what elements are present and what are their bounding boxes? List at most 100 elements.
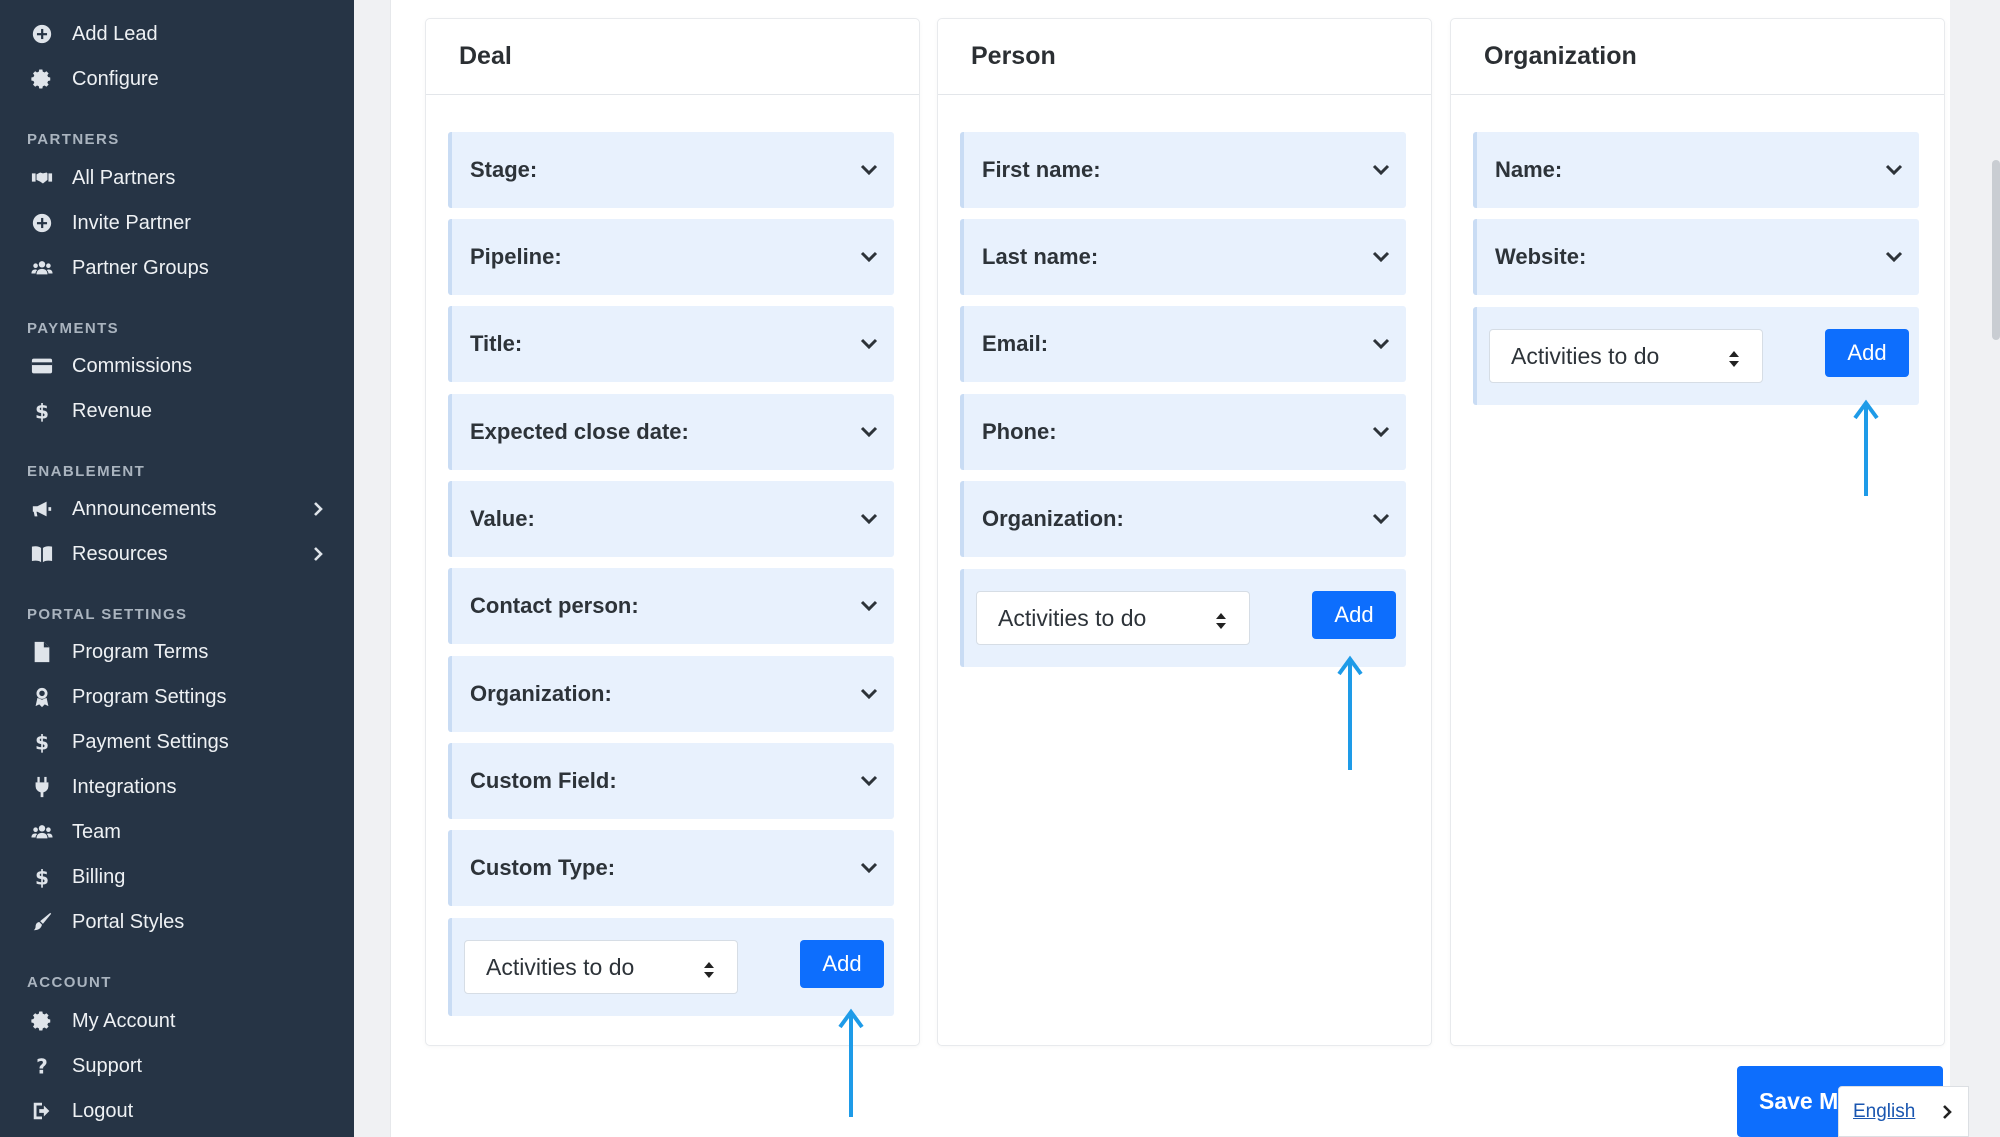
field-type-select[interactable]: Activities to do bbox=[976, 591, 1250, 645]
sort-arrows-icon bbox=[703, 958, 715, 978]
sidebar-item-billing[interactable]: $ Billing bbox=[0, 857, 354, 897]
sidebar-item-label: Team bbox=[72, 820, 121, 843]
sidebar-item-support[interactable]: ? Support bbox=[0, 1046, 354, 1086]
chevron-down-icon[interactable] bbox=[858, 683, 880, 705]
chevron-down-icon[interactable] bbox=[858, 246, 880, 268]
chevron-down-icon[interactable] bbox=[858, 159, 880, 181]
sidebar-item-revenue[interactable]: $ Revenue bbox=[0, 391, 354, 431]
sidebar-item-invite-partner[interactable]: Invite Partner bbox=[0, 203, 354, 243]
chevron-down-icon[interactable] bbox=[858, 857, 880, 879]
dollar-icon: $ bbox=[29, 864, 55, 890]
field-label: Contact person: bbox=[470, 593, 639, 618]
section-heading-account: ACCOUNT bbox=[27, 974, 112, 991]
field-stage[interactable]: Stage: bbox=[448, 132, 894, 208]
annotation-arrow-person bbox=[1335, 654, 1365, 772]
chevron-down-icon[interactable] bbox=[858, 421, 880, 443]
chevron-down-icon[interactable] bbox=[858, 508, 880, 530]
sidebar-item-announcements[interactable]: Announcements bbox=[0, 489, 354, 529]
plug-icon bbox=[29, 774, 55, 800]
field-value[interactable]: Value: bbox=[448, 481, 894, 557]
sidebar-item-label: Portal Styles bbox=[72, 910, 185, 933]
language-link[interactable]: English bbox=[1853, 1101, 1915, 1123]
field-label: Name: bbox=[1495, 157, 1563, 182]
field-custom-type[interactable]: Custom Type: bbox=[448, 830, 894, 906]
chevron-down-icon[interactable] bbox=[1370, 421, 1392, 443]
sidebar-item-portal-styles[interactable]: Portal Styles bbox=[0, 902, 354, 942]
field-label: Phone: bbox=[982, 419, 1057, 444]
sidebar-item-label: Invite Partner bbox=[72, 211, 191, 234]
sidebar-item-configure[interactable]: Configure bbox=[0, 59, 354, 99]
field-pipeline[interactable]: Pipeline: bbox=[448, 219, 894, 295]
sidebar-item-my-account[interactable]: My Account bbox=[0, 1001, 354, 1041]
field-contact-person[interactable]: Contact person: bbox=[448, 568, 894, 644]
sidebar-item-label: Program Terms bbox=[72, 640, 209, 663]
field-email[interactable]: Email: bbox=[960, 306, 1406, 382]
chevron-down-icon[interactable] bbox=[1883, 246, 1905, 268]
field-label: First name: bbox=[982, 157, 1101, 182]
sidebar-item-label: Commissions bbox=[72, 354, 193, 377]
sidebar-item-label: Announcements bbox=[72, 497, 217, 520]
select-value: Activities to do bbox=[1511, 342, 1660, 369]
chevron-down-icon[interactable] bbox=[1883, 159, 1905, 181]
add-button[interactable]: Add bbox=[1825, 329, 1909, 377]
sidebar-item-logout[interactable]: Logout bbox=[0, 1091, 354, 1131]
language-selector[interactable]: English bbox=[1838, 1086, 1969, 1137]
plus-circle-icon bbox=[29, 210, 55, 236]
sidebar: Add Lead Configure PARTNERS All Partners… bbox=[0, 0, 354, 1137]
field-last-name[interactable]: Last name: bbox=[960, 219, 1406, 295]
field-expected-close-date[interactable]: Expected close date: bbox=[448, 394, 894, 470]
sidebar-item-program-settings[interactable]: Program Settings bbox=[0, 677, 354, 717]
credit-card-icon bbox=[29, 353, 55, 379]
sidebar-item-resources[interactable]: Resources bbox=[0, 534, 354, 574]
field-type-select[interactable]: Activities to do bbox=[1489, 329, 1763, 383]
scrollbar[interactable] bbox=[1992, 160, 2000, 340]
field-label: Title: bbox=[470, 331, 523, 356]
field-label: Organization: bbox=[982, 506, 1124, 531]
add-button[interactable]: Add bbox=[1312, 591, 1396, 639]
chevron-down-icon[interactable] bbox=[1370, 333, 1392, 355]
field-label: Last name: bbox=[982, 244, 1099, 269]
chevron-down-icon[interactable] bbox=[858, 770, 880, 792]
sidebar-item-partner-groups[interactable]: Partner Groups bbox=[0, 248, 354, 288]
sidebar-item-label: Logout bbox=[72, 1099, 134, 1122]
chevron-down-icon[interactable] bbox=[1370, 246, 1392, 268]
sidebar-item-integrations[interactable]: Integrations bbox=[0, 767, 354, 807]
sidebar-item-payment-settings[interactable]: $ Payment Settings bbox=[0, 722, 354, 762]
field-name[interactable]: Name: bbox=[1473, 132, 1919, 208]
field-custom-field[interactable]: Custom Field: bbox=[448, 743, 894, 819]
chevron-down-icon[interactable] bbox=[858, 333, 880, 355]
field-title[interactable]: Title: bbox=[448, 306, 894, 382]
field-organization[interactable]: Organization: bbox=[960, 481, 1406, 557]
add-button[interactable]: Add bbox=[800, 940, 884, 988]
plus-circle-icon bbox=[29, 21, 55, 47]
main-area: Deal Stage: Pipeline: Title: Expected cl… bbox=[354, 0, 2000, 1137]
sidebar-item-add-lead[interactable]: Add Lead bbox=[0, 14, 354, 54]
field-label: Stage: bbox=[470, 157, 538, 182]
field-label: Custom Field: bbox=[470, 768, 617, 793]
add-field-row: Activities to do Add bbox=[1473, 307, 1919, 405]
save-button-label: Save M bbox=[1759, 1088, 1839, 1114]
sidebar-item-label: Support bbox=[72, 1054, 143, 1077]
sidebar-item-label: Integrations bbox=[72, 775, 177, 798]
file-icon bbox=[29, 639, 55, 665]
field-website[interactable]: Website: bbox=[1473, 219, 1919, 295]
chevron-down-icon[interactable] bbox=[858, 595, 880, 617]
sidebar-item-all-partners[interactable]: All Partners bbox=[0, 158, 354, 198]
svg-text:$: $ bbox=[35, 866, 49, 888]
sidebar-item-label: Billing bbox=[72, 865, 126, 888]
field-organization[interactable]: Organization: bbox=[448, 656, 894, 732]
sidebar-item-team[interactable]: Team bbox=[0, 812, 354, 852]
select-value: Activities to do bbox=[998, 604, 1147, 631]
field-phone[interactable]: Phone: bbox=[960, 394, 1406, 470]
field-type-select[interactable]: Activities to do bbox=[464, 940, 738, 994]
field-first-name[interactable]: First name: bbox=[960, 132, 1406, 208]
sidebar-item-program-terms[interactable]: Program Terms bbox=[0, 632, 354, 672]
handshake-icon bbox=[29, 165, 55, 191]
chevron-down-icon[interactable] bbox=[1370, 159, 1392, 181]
field-label: Expected close date: bbox=[470, 419, 689, 444]
sort-arrows-icon bbox=[1215, 609, 1227, 629]
deal-panel: Deal Stage: Pipeline: Title: Expected cl… bbox=[425, 18, 920, 1046]
chevron-down-icon[interactable] bbox=[1370, 508, 1392, 530]
add-field-row: Activities to do Add bbox=[448, 918, 894, 1016]
sidebar-item-commissions[interactable]: Commissions bbox=[0, 346, 354, 386]
